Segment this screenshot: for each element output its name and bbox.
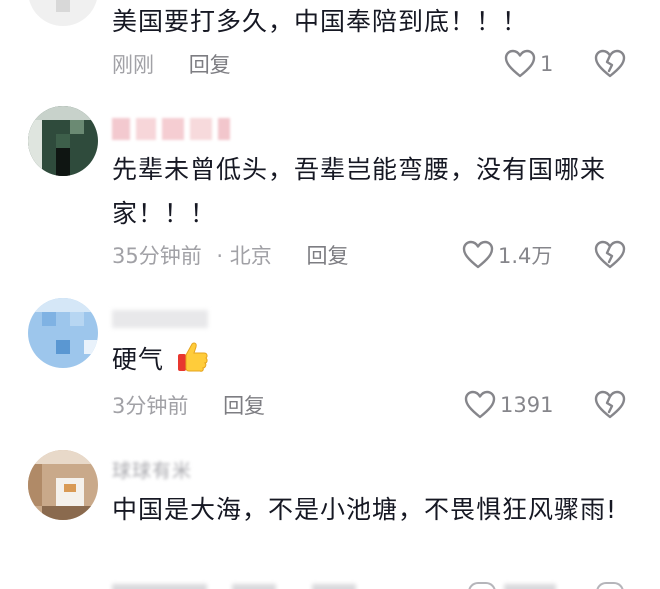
like-button[interactable]: 1.4万 [462, 239, 552, 271]
comment-meta: 刚刚 回复 [112, 49, 231, 79]
comment-location: · 北京 [216, 244, 272, 268]
comment-text: 先辈未曾低头，吾辈岂能弯腰，没有国哪来家！！！ [112, 155, 607, 228]
avatar[interactable] [28, 298, 98, 368]
reply-button[interactable]: 回复 [189, 49, 231, 79]
comment-text: 美国要打多久，中国奉陪到底！！！ [112, 7, 529, 36]
username-blur [112, 118, 230, 140]
username[interactable]: 球球有米 [112, 456, 192, 482]
comment-time: 35分钟前 [112, 244, 202, 268]
avatar[interactable] [28, 106, 98, 176]
broken-heart-icon[interactable] [594, 390, 626, 420]
comment-time: 刚刚 [112, 53, 154, 77]
heart-outline-icon [504, 49, 536, 78]
heart-outline-icon [464, 390, 496, 419]
broken-heart-icon[interactable] [594, 49, 626, 79]
avatar[interactable] [28, 450, 98, 520]
comment-time: 3分钟前 [112, 394, 189, 418]
heart-outline-icon [462, 240, 494, 269]
broken-heart-icon[interactable] [594, 240, 626, 270]
like-button[interactable]: 1 [504, 48, 553, 80]
like-count: 1 [540, 52, 554, 76]
like-count: 1.4万 [498, 244, 553, 268]
comment-meta: 35分钟前 · 北京 回复 [112, 240, 348, 270]
comment-text: 硬气 [112, 338, 632, 382]
reply-button[interactable]: 回复 [306, 240, 348, 270]
comment-meta: 3分钟前 回复 [112, 390, 265, 420]
avatar[interactable] [28, 0, 98, 26]
comment-meta-cut [112, 580, 632, 589]
comment-text: 中国是大海，不是小池塘，不畏惧狂风骤雨! [112, 495, 618, 524]
username-blur [112, 310, 208, 328]
thumbs-up-emoji [177, 342, 208, 372]
reply-button[interactable]: 回复 [223, 390, 265, 420]
like-button[interactable]: 1391 [464, 389, 553, 421]
comment-text-body: 硬气 [112, 345, 165, 374]
like-count: 1391 [500, 393, 554, 417]
